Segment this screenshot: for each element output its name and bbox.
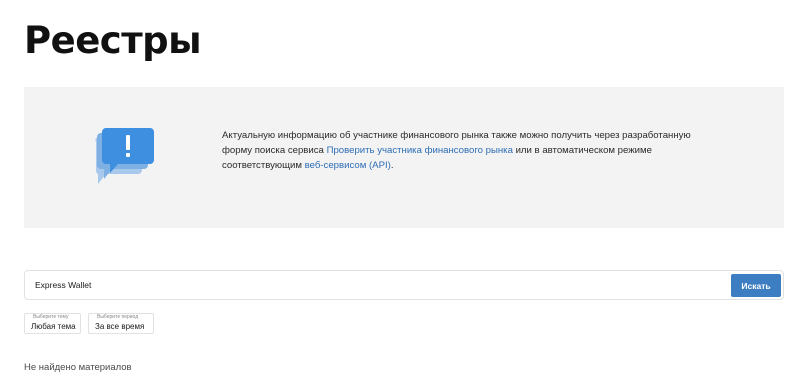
check-participant-link[interactable]: Проверить участника финансового рынка: [327, 145, 513, 156]
notice-text-after: .: [390, 160, 394, 171]
search-button[interactable]: Искать: [731, 274, 781, 297]
theme-filter-select[interactable]: Выберите тему Любая тема: [24, 313, 81, 334]
period-filter-select[interactable]: Выберите период За все время: [88, 313, 154, 334]
notice-text: Актуальную информацию об участнике финан…: [222, 128, 722, 173]
info-notice: Актуальную информацию об участнике финан…: [24, 87, 784, 228]
exclamation-speech-bubble-icon: [92, 126, 156, 188]
theme-filter-caption: Выберите тему: [33, 314, 69, 320]
search-bar: Искать: [24, 270, 784, 300]
no-results-message: Не найдено материалов: [24, 362, 132, 373]
search-input[interactable]: [35, 275, 725, 295]
period-filter-value: За все время: [95, 322, 145, 331]
page-title: Реестры: [24, 19, 202, 62]
theme-filter-value: Любая тема: [31, 322, 76, 331]
web-service-api-link[interactable]: веб-сервисом (API): [305, 160, 391, 171]
period-filter-caption: Выберите период: [97, 314, 139, 320]
